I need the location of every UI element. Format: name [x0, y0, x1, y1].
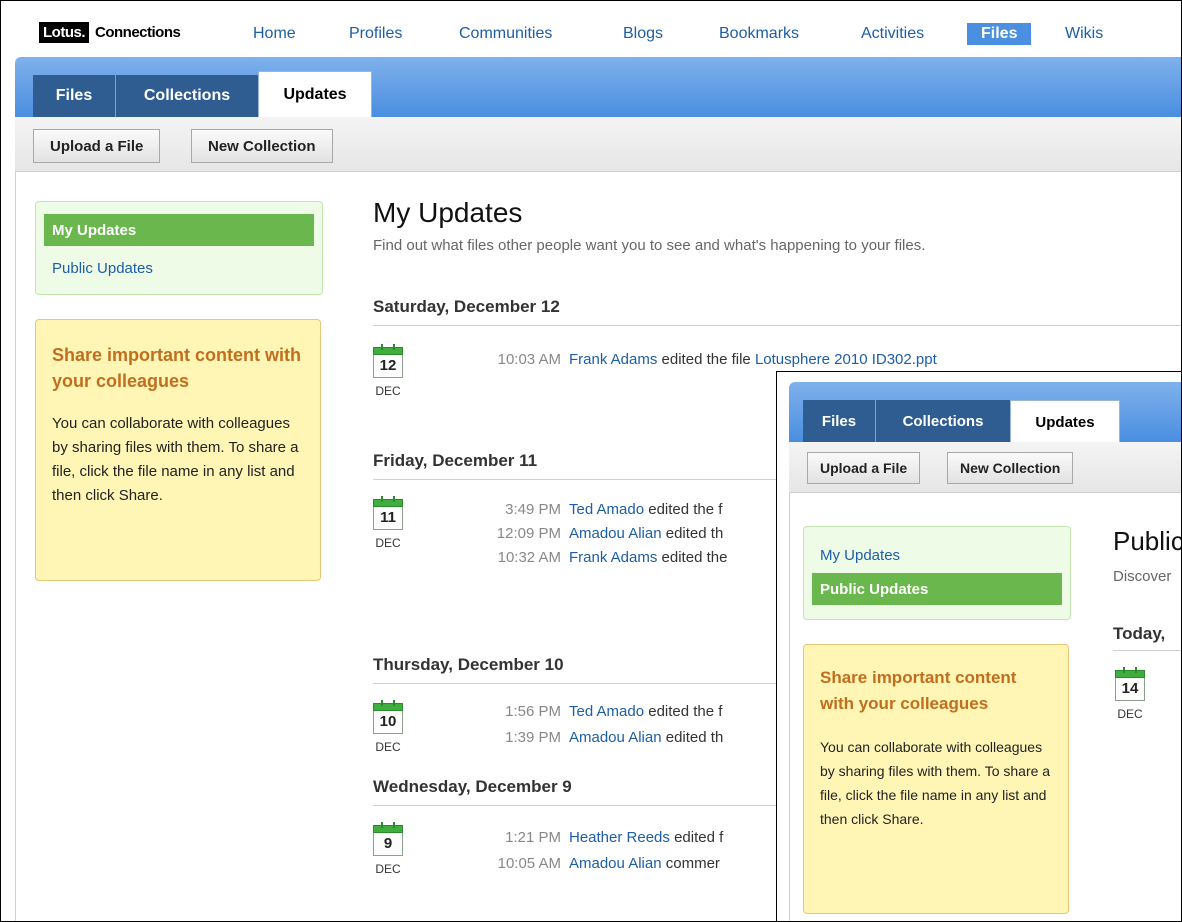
nav-public-updates[interactable]: Public Updates — [44, 252, 314, 284]
user-link[interactable]: Ted Amado — [569, 501, 644, 518]
nav-blogs[interactable]: Blogs — [623, 25, 663, 43]
tab-files[interactable]: Files — [33, 75, 116, 117]
public-updates-inset: Files Collections Updates Upload a File … — [776, 371, 1182, 921]
calendar-date: 9 — [373, 833, 403, 856]
new-collection-button[interactable]: New Collection — [191, 129, 333, 163]
inset-tab-updates[interactable]: Updates — [1010, 400, 1120, 443]
update-action: edited th — [661, 729, 724, 746]
update-action: edited the f — [644, 501, 723, 518]
nav-my-updates[interactable]: My Updates — [44, 214, 314, 246]
inset-page-title: Public — [1113, 526, 1182, 556]
nav-bookmarks[interactable]: Bookmarks — [719, 25, 799, 43]
inset-day-heading: Today, — [1113, 624, 1181, 651]
tab-updates[interactable]: Updates — [258, 71, 372, 118]
inset-updates-nav: My Updates Public Updates — [803, 526, 1071, 620]
nav-activities[interactable]: Activities — [861, 25, 924, 43]
logo-connections: Connections — [95, 23, 181, 41]
update-time: 1:21 PM — [505, 829, 561, 846]
day-group: Saturday, December 12 12 DEC 10:03 AM Fra… — [373, 297, 1181, 398]
share-tip-box: Share important content with your collea… — [35, 319, 321, 581]
update-time: 10:32 AM — [497, 549, 561, 566]
app-window: Lotus. Connections Home Profiles Communi… — [0, 0, 1182, 922]
user-link[interactable]: Amadou Alian — [569, 729, 662, 746]
inset-new-collection-button[interactable]: New Collection — [947, 452, 1074, 484]
update-row: 3:49 PM Ted Amado edited the f — [471, 501, 722, 518]
inset-tab-bar: Files Collections Updates — [789, 382, 1181, 443]
share-tip-text: You can collaborate with colleagues by s… — [52, 415, 299, 504]
inset-calendar-month: DEC — [1117, 707, 1143, 721]
inset-share-tip-title: Share important content with your collea… — [820, 668, 1017, 713]
inset-nav-my-updates[interactable]: My Updates — [812, 539, 1062, 571]
user-link[interactable]: Heather Reeds — [569, 829, 670, 846]
update-row: 10:03 AM Frank Adams edited the file Lotu… — [471, 351, 937, 368]
user-link[interactable]: Ted Amado — [569, 703, 644, 720]
update-time: 10:05 AM — [497, 855, 561, 872]
update-action: edited th — [661, 525, 724, 542]
updates-nav: My Updates Public Updates — [35, 201, 323, 295]
update-row: 10:05 AM Amadou Alian commer — [471, 855, 720, 872]
toolbar: Upload a File New Collection — [15, 117, 1181, 172]
user-link[interactable]: Amadou Alian — [569, 525, 662, 542]
update-action: commer — [661, 855, 720, 872]
update-action: edited the f — [644, 703, 723, 720]
inset-toolbar: Upload a File New Collection — [789, 442, 1181, 493]
inset-share-tip-box: Share important content with your collea… — [803, 644, 1069, 914]
update-time: 1:39 PM — [505, 729, 561, 746]
calendar-month: DEC — [375, 740, 401, 754]
file-link[interactable]: Lotusphere 2010 ID302.ppt — [755, 351, 937, 368]
inset-tab-collections[interactable]: Collections — [876, 400, 1011, 442]
update-action: edited the file — [657, 351, 755, 368]
update-row: 1:21 PM Heather Reeds edited f — [471, 829, 723, 846]
logo-lotus: Lotus. — [39, 21, 89, 43]
content-border — [15, 171, 16, 921]
update-time: 3:49 PM — [505, 501, 561, 518]
calendar-icon: 11 DEC — [373, 496, 403, 550]
calendar-date: 10 — [373, 711, 403, 734]
update-action: edited the — [657, 549, 728, 566]
calendar-date: 12 — [373, 355, 403, 378]
upload-file-button[interactable]: Upload a File — [33, 129, 161, 163]
nav-communities[interactable]: Communities — [459, 25, 552, 43]
update-row: 10:32 AM Frank Adams edited the — [471, 549, 728, 566]
inset-share-tip-text: You can collaborate with colleagues by s… — [820, 739, 1051, 827]
inset-calendar-date: 14 — [1115, 678, 1145, 701]
user-link[interactable]: Frank Adams — [569, 549, 657, 566]
update-time: 10:03 AM — [497, 351, 561, 368]
inset-tab-files[interactable]: Files — [803, 400, 876, 442]
inset-page-subtitle: Discover — [1113, 568, 1172, 585]
user-link[interactable]: Frank Adams — [569, 351, 657, 368]
user-link[interactable]: Amadou Alian — [569, 855, 662, 872]
page-subtitle: Find out what files other people want yo… — [373, 237, 926, 254]
update-row: 1:56 PM Ted Amado edited the f — [471, 703, 722, 720]
calendar-icon: 10 DEC — [373, 700, 403, 754]
update-action: edited f — [669, 829, 724, 846]
calendar-month: DEC — [375, 862, 401, 876]
lotus-connections-logo[interactable]: Lotus. Connections — [39, 21, 181, 43]
calendar-icon: 12 DEC — [373, 344, 403, 398]
nav-home[interactable]: Home — [253, 25, 296, 43]
inset-nav-public-updates[interactable]: Public Updates — [812, 573, 1062, 605]
update-row: 12:09 PM Amadou Alian edited th — [471, 525, 724, 542]
nav-wikis[interactable]: Wikis — [1065, 25, 1103, 43]
page-title: My Updates — [373, 197, 523, 228]
calendar-icon: 9 DEC — [373, 822, 403, 876]
nav-profiles[interactable]: Profiles — [349, 25, 402, 43]
calendar-date: 11 — [373, 507, 403, 530]
update-time: 1:56 PM — [505, 703, 561, 720]
nav-files[interactable]: Files — [967, 23, 1032, 45]
tab-collections[interactable]: Collections — [116, 75, 259, 117]
calendar-month: DEC — [375, 384, 401, 398]
calendar-month: DEC — [375, 536, 401, 550]
tab-bar: Files Collections Updates — [15, 57, 1181, 118]
day-heading: Saturday, December 12 — [373, 297, 1181, 326]
update-time: 12:09 PM — [496, 525, 561, 542]
inset-calendar-icon: 14 DEC — [1115, 667, 1145, 721]
share-tip-title: Share important content with your collea… — [52, 345, 302, 391]
inset-upload-file-button[interactable]: Upload a File — [807, 452, 921, 484]
update-row: 1:39 PM Amadou Alian edited th — [471, 729, 723, 746]
global-nav: Lotus. Connections Home Profiles Communi… — [1, 1, 1181, 57]
